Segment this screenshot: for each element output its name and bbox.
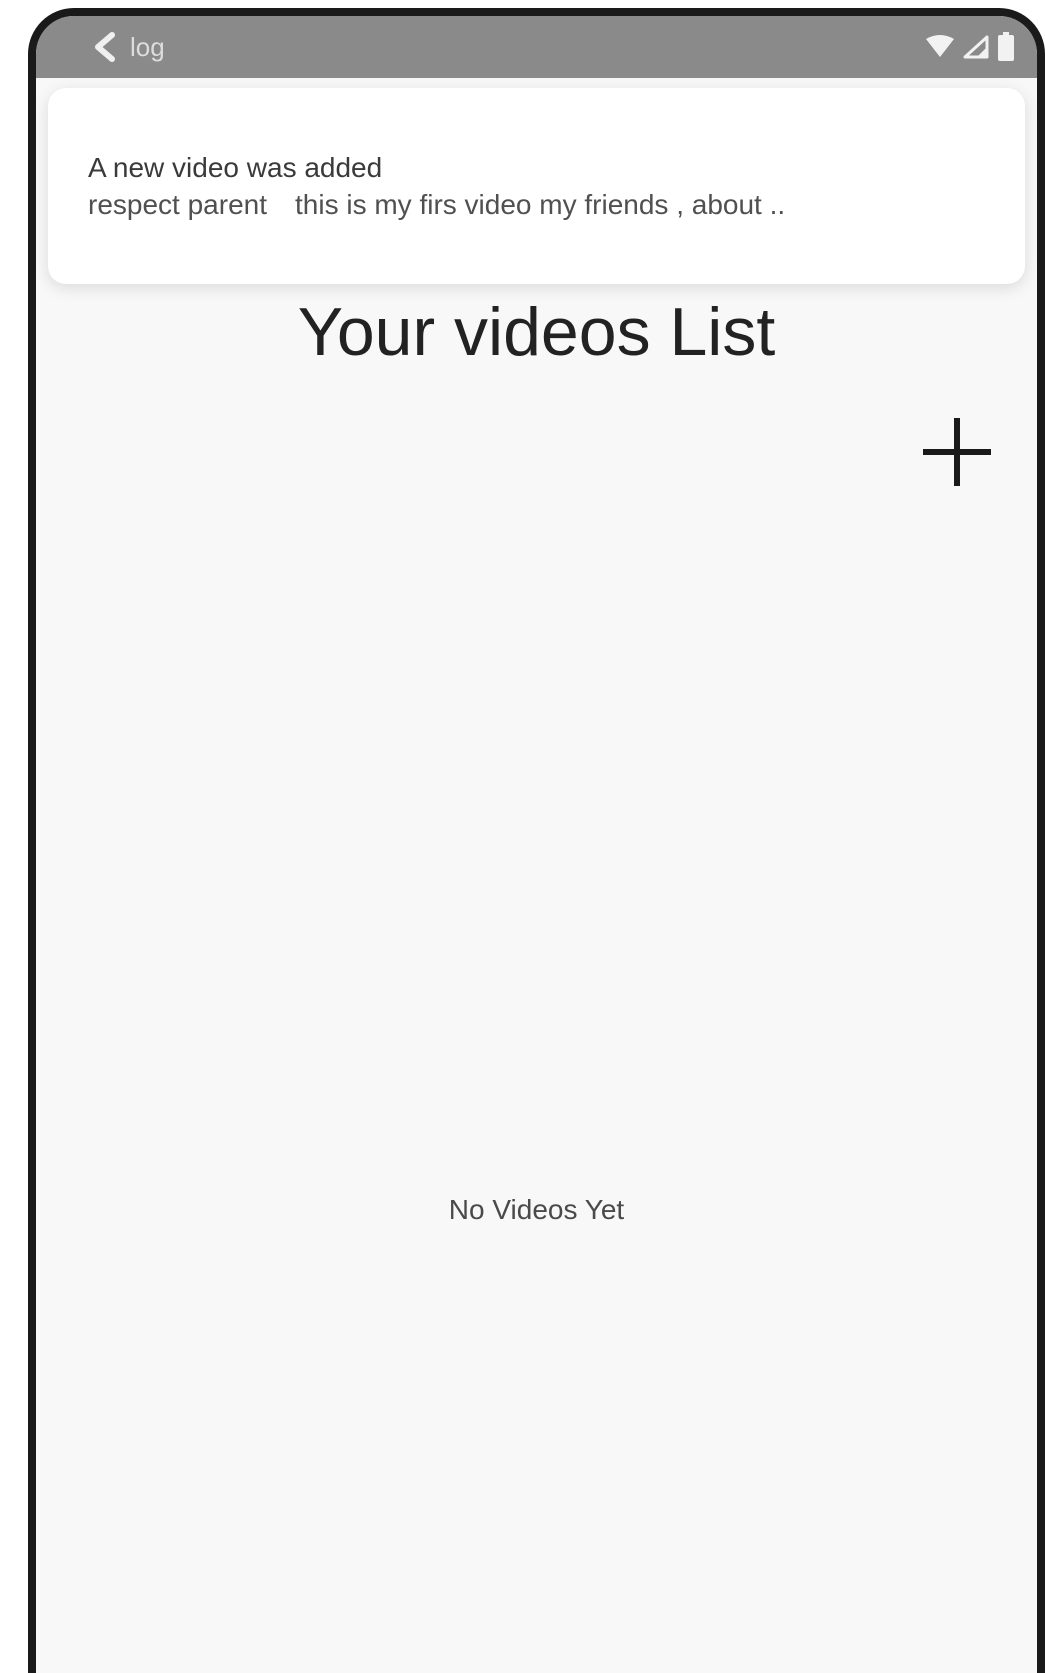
page-title: Your videos List bbox=[297, 294, 776, 370]
notification-body: respect parent this is my firs video my f… bbox=[88, 186, 985, 224]
back-label: log bbox=[130, 31, 165, 62]
status-bar: log bbox=[36, 16, 1037, 78]
notification-description: this is my firs video my friends , about… bbox=[295, 189, 786, 220]
plus-icon bbox=[919, 414, 995, 495]
chevron-left-icon bbox=[92, 32, 118, 62]
empty-state-message: No Videos Yet bbox=[448, 1194, 625, 1225]
notification-video-title: respect parent bbox=[88, 189, 267, 220]
back-to-log-button[interactable]: log bbox=[92, 32, 165, 63]
wifi-icon bbox=[925, 35, 955, 59]
notification-title: A new video was added bbox=[88, 152, 383, 183]
phone-frame: log A new video was added respect parent… bbox=[28, 8, 1045, 1673]
add-video-button[interactable] bbox=[917, 414, 997, 494]
battery-icon bbox=[997, 32, 1015, 62]
signal-icon bbox=[963, 35, 989, 59]
status-icons bbox=[925, 32, 1015, 62]
new-video-notification[interactable]: A new video was added respect parent this… bbox=[48, 88, 1025, 284]
screen: log A new video was added respect parent… bbox=[36, 16, 1037, 1673]
